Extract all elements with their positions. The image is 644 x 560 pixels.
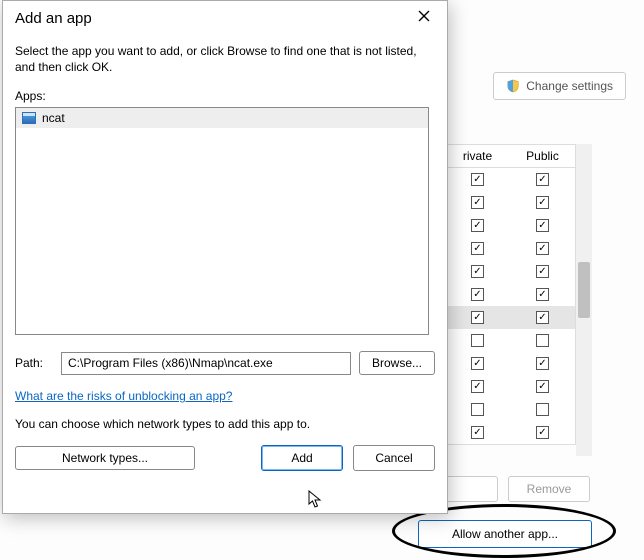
- private-cell: [445, 334, 510, 347]
- change-settings-label: Change settings: [526, 79, 613, 93]
- private-checkbox[interactable]: [471, 288, 484, 301]
- apps-listbox[interactable]: ncat: [15, 107, 429, 335]
- private-cell: [445, 173, 510, 186]
- scrollbar-thumb[interactable]: [578, 262, 590, 318]
- table-row[interactable]: [445, 352, 575, 375]
- change-settings-button[interactable]: Change settings: [493, 72, 626, 100]
- private-checkbox[interactable]: [471, 311, 484, 324]
- public-checkbox[interactable]: [536, 311, 549, 324]
- close-button[interactable]: [411, 7, 437, 29]
- public-checkbox[interactable]: [536, 380, 549, 393]
- public-cell: [510, 173, 575, 186]
- app-window-icon: [22, 112, 36, 124]
- path-label: Path:: [15, 356, 53, 370]
- public-cell: [510, 380, 575, 393]
- shield-icon: [506, 79, 520, 93]
- public-cell: [510, 288, 575, 301]
- private-cell: [445, 288, 510, 301]
- public-checkbox[interactable]: [536, 196, 549, 209]
- public-cell: [510, 357, 575, 370]
- public-cell: [510, 242, 575, 255]
- public-cell: [510, 219, 575, 232]
- private-checkbox[interactable]: [471, 196, 484, 209]
- public-cell: [510, 196, 575, 209]
- table-row[interactable]: [445, 214, 575, 237]
- private-checkbox[interactable]: [471, 242, 484, 255]
- table-row[interactable]: [445, 306, 575, 329]
- private-cell: [445, 357, 510, 370]
- cancel-button[interactable]: Cancel: [353, 445, 435, 471]
- private-checkbox[interactable]: [471, 265, 484, 278]
- private-cell: [445, 242, 510, 255]
- table-row[interactable]: [445, 329, 575, 352]
- public-checkbox[interactable]: [536, 265, 549, 278]
- add-app-dialog: Add an app Select the app you want to ad…: [2, 0, 448, 514]
- table-row[interactable]: [445, 421, 575, 444]
- close-icon: [418, 9, 430, 27]
- public-checkbox[interactable]: [536, 357, 549, 370]
- private-checkbox[interactable]: [471, 380, 484, 393]
- firewall-columns: rivate Public: [444, 144, 576, 445]
- apps-label: Apps:: [15, 89, 435, 103]
- list-item-label: ncat: [42, 111, 65, 125]
- allow-another-app-button[interactable]: Allow another app...: [418, 520, 592, 548]
- public-checkbox[interactable]: [536, 426, 549, 439]
- add-button[interactable]: Add: [261, 445, 343, 471]
- risks-link[interactable]: What are the risks of unblocking an app?: [15, 389, 232, 403]
- path-input[interactable]: [61, 352, 351, 375]
- table-row[interactable]: [445, 398, 575, 421]
- private-checkbox[interactable]: [471, 426, 484, 439]
- private-checkbox[interactable]: [471, 403, 484, 416]
- dialog-title: Add an app: [15, 10, 92, 27]
- public-cell: [510, 426, 575, 439]
- network-types-button[interactable]: Network types...: [15, 446, 195, 470]
- browse-button[interactable]: Browse...: [359, 351, 435, 375]
- private-cell: [445, 426, 510, 439]
- dialog-instruction: Select the app you want to add, or click…: [15, 43, 435, 75]
- private-cell: [445, 265, 510, 278]
- details-button[interactable]: [440, 476, 498, 502]
- table-row[interactable]: [445, 168, 575, 191]
- col-public[interactable]: Public: [510, 145, 575, 167]
- public-checkbox[interactable]: [536, 288, 549, 301]
- public-checkbox[interactable]: [536, 403, 549, 416]
- public-checkbox[interactable]: [536, 173, 549, 186]
- public-checkbox[interactable]: [536, 334, 549, 347]
- private-checkbox[interactable]: [471, 173, 484, 186]
- private-cell: [445, 403, 510, 416]
- public-cell: [510, 311, 575, 324]
- private-cell: [445, 380, 510, 393]
- public-cell: [510, 265, 575, 278]
- public-checkbox[interactable]: [536, 242, 549, 255]
- private-checkbox[interactable]: [471, 334, 484, 347]
- scrollbar[interactable]: [576, 144, 592, 456]
- col-private[interactable]: rivate: [445, 145, 510, 167]
- private-checkbox[interactable]: [471, 357, 484, 370]
- public-cell: [510, 403, 575, 416]
- choose-net-types-text: You can choose which network types to ad…: [15, 417, 435, 431]
- table-row[interactable]: [445, 191, 575, 214]
- remove-button[interactable]: Remove: [508, 476, 590, 502]
- public-cell: [510, 334, 575, 347]
- table-row[interactable]: [445, 237, 575, 260]
- table-row[interactable]: [445, 375, 575, 398]
- table-row[interactable]: [445, 283, 575, 306]
- public-checkbox[interactable]: [536, 219, 549, 232]
- private-cell: [445, 196, 510, 209]
- private-checkbox[interactable]: [471, 219, 484, 232]
- list-item[interactable]: ncat: [16, 108, 428, 128]
- private-cell: [445, 311, 510, 324]
- private-cell: [445, 219, 510, 232]
- table-row[interactable]: [445, 260, 575, 283]
